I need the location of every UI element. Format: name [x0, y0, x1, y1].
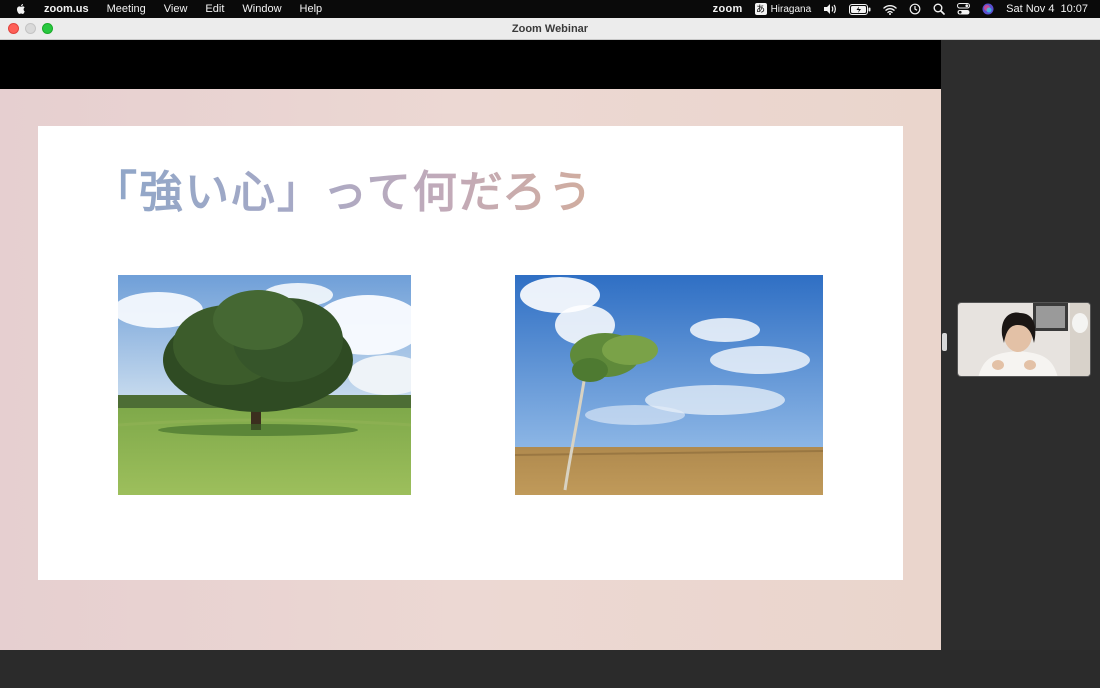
- presentation-slide: 「強い心」って何だろう: [38, 126, 903, 580]
- window-title-bar: Zoom Webinar: [0, 18, 1100, 40]
- menu-view[interactable]: View: [155, 0, 197, 18]
- menubar-time[interactable]: 10:07: [1060, 3, 1088, 15]
- window-title: Zoom Webinar: [511, 23, 589, 35]
- siri-icon[interactable]: [982, 3, 994, 15]
- search-icon[interactable]: [933, 3, 945, 15]
- menu-meeting[interactable]: Meeting: [98, 0, 155, 18]
- battery-icon[interactable]: [849, 3, 871, 15]
- shared-screen-area: 「強い心」って何だろう: [0, 40, 941, 658]
- input-method-menu[interactable]: あ Hiragana: [754, 3, 812, 15]
- menubar-date[interactable]: Sat Nov 4: [1006, 3, 1054, 15]
- speaker-video-tile[interactable]: [957, 302, 1091, 377]
- strong-tree-photo: [118, 275, 411, 495]
- menu-edit[interactable]: Edit: [196, 0, 233, 18]
- apple-icon[interactable]: [14, 2, 28, 16]
- menu-window[interactable]: Window: [233, 0, 290, 18]
- macos-menu-bar: zoom.us Meeting View Edit Window Help zo…: [0, 0, 1100, 18]
- wifi-icon[interactable]: [883, 4, 897, 15]
- hiragana-icon: あ: [754, 3, 767, 15]
- slide-background: 「強い心」って何だろう: [0, 89, 941, 658]
- bottom-area: [0, 650, 1100, 688]
- menu-help[interactable]: Help: [291, 0, 332, 18]
- menu-app-zoom[interactable]: zoom.us: [40, 0, 98, 18]
- panel-resize-handle[interactable]: [942, 333, 947, 351]
- zoom-status-icon[interactable]: zoom: [713, 3, 743, 15]
- bending-tree-photo: [515, 275, 823, 495]
- control-center-icon[interactable]: [957, 3, 971, 15]
- input-method-label: Hiragana: [770, 3, 812, 15]
- volume-icon[interactable]: [823, 3, 837, 15]
- participant-panel: [941, 40, 1100, 650]
- time-machine-icon[interactable]: [909, 3, 921, 15]
- slide-title: 「強い心」って何だろう: [93, 156, 594, 220]
